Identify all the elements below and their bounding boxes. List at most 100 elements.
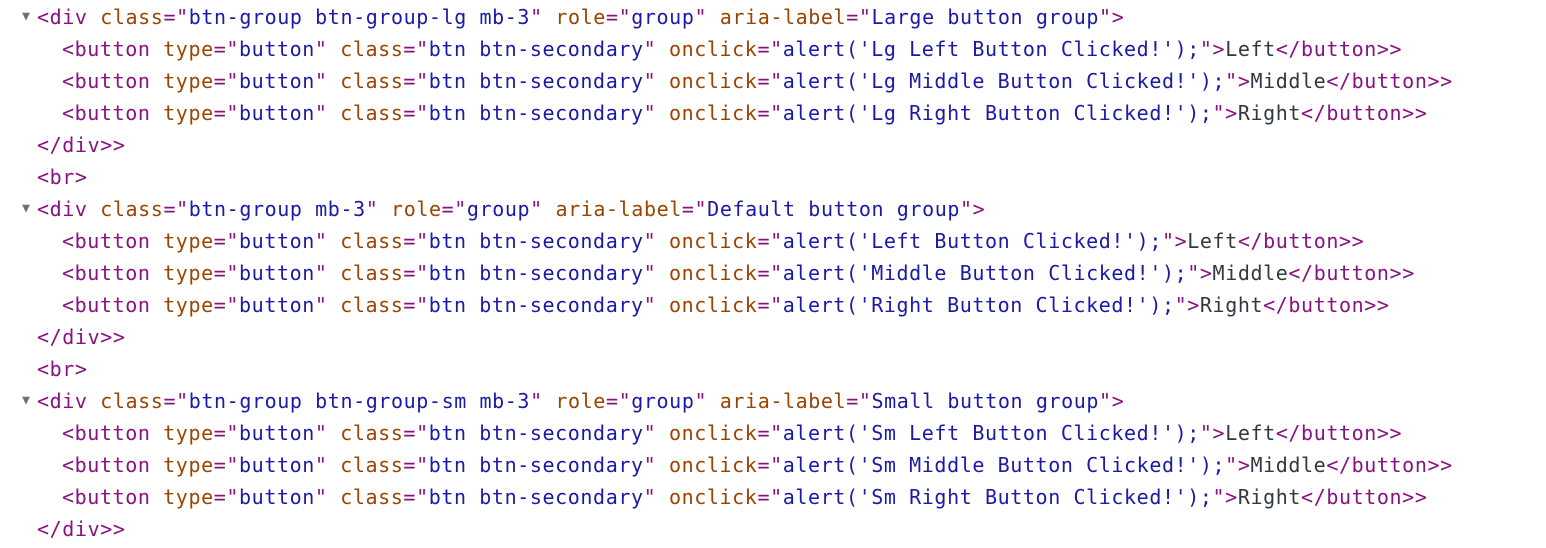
tag-close: </div> [37,517,113,541]
attr-value-onclick: alert('Sm Middle Button Clicked!'); [782,453,1226,477]
tag-end: "> [1161,229,1188,253]
tag-end: "> [1212,485,1238,509]
tag-end: "> [1199,421,1226,445]
dom-node-button[interactable]: <button type="button" class="btn btn-sec… [0,289,1546,321]
attr-value-class: btn btn-secondary [428,485,644,509]
attr-quote: " [314,453,328,477]
attr-equals-quote: =" [757,69,783,93]
dom-node-button[interactable]: <button type="button" class="btn btn-sec… [0,417,1546,449]
tag-close: </button> [1237,229,1352,253]
dom-node-div-close[interactable]: </div>> [0,321,1546,353]
attr-name-type: type [163,69,214,93]
attr-quote: " [643,421,657,445]
attr-quote: " [314,261,328,285]
expand-triangle-icon[interactable]: ▼ [16,385,36,417]
tag-open: <div [37,197,88,221]
attr-name-onclick: onclick [668,485,758,509]
attr-quote: " [314,485,328,509]
expand-triangle-icon[interactable]: ▼ [16,193,36,225]
attr-equals-quote: =" [163,389,189,413]
tag-open: <button [62,453,151,477]
attr-equals-quote: =" [757,453,783,477]
attr-name-class: class [340,293,404,317]
attr-value-class: btn btn-secondary [428,69,644,93]
tag-end: "> [1187,261,1213,285]
dom-node-div-close[interactable]: </div>> [0,129,1546,161]
attr-quote: " [314,69,328,93]
attr-value-class: btn btn-secondary [428,229,644,253]
dom-node-div-small-group[interactable]: ▼ <div class="btn-group btn-group-sm mb-3… [0,385,1546,417]
dom-node-br[interactable]: <br> [0,353,1546,385]
tag-bracket: > [1351,229,1365,253]
attr-value-type: button [239,293,315,317]
tag-end: "> [1199,37,1226,61]
attr-name-role: role [555,389,606,413]
tag-open: <div [37,389,88,413]
dom-node-button[interactable]: <button type="button" class="btn btn-sec… [0,449,1546,481]
attr-quote: " [314,421,328,445]
tag-close: </button> [1301,101,1415,125]
text-node: Middle [1250,69,1327,93]
tag-bracket: > [112,325,126,349]
tag-open: <button [62,421,151,445]
attr-value-class: btn btn-secondary [428,453,644,477]
attr-value-aria-label: Default button group [707,197,960,221]
attr-equals-quote: =" [163,197,189,221]
attr-equals-quote: =" [846,5,872,29]
attr-value-onclick: alert('Sm Right Button Clicked!'); [782,485,1213,509]
attr-equals-quote: =" [213,37,240,61]
dom-node-br[interactable]: <br> [0,161,1546,193]
text-node: Left [1225,37,1276,61]
dom-node-div-close[interactable]: </div>> [0,513,1546,545]
attr-value-aria-label: Small button group [871,389,1100,413]
attr-equals-quote: =" [403,37,429,61]
attr-value-onclick: alert('Sm Left Button Clicked!'); [782,421,1200,445]
dom-node-button[interactable]: <button type="button" class="btn btn-sec… [0,65,1546,97]
attr-quote: " [314,229,328,253]
attr-equals-quote: =" [403,261,429,285]
dom-node-button[interactable]: <button type="button" class="btn btn-sec… [0,97,1546,129]
attr-name-class: class [340,485,404,509]
attr-name-type: type [163,453,214,477]
tag-close: </div> [37,325,113,349]
attr-name-type: type [163,37,214,61]
br-tag: <br> [37,357,88,381]
dom-node-div-default-group[interactable]: ▼ <div class="btn-group mb-3" role="group… [0,193,1546,225]
dom-node-button[interactable]: <button type="button" class="btn btn-sec… [0,33,1546,65]
attr-name-onclick: onclick [668,229,758,253]
dom-node-button[interactable]: <button type="button" class="btn btn-sec… [0,257,1546,289]
attr-quote: " [643,453,657,477]
attr-equals-quote: =" [403,421,429,445]
attr-value-type: button [239,101,315,125]
attr-name-type: type [163,229,214,253]
attr-quote: " [530,197,543,221]
attr-value-class: btn btn-secondary [428,37,644,61]
dom-node-div-large-group[interactable]: ▼ <div class="btn-group btn-group-lg mb-3… [0,1,1546,33]
dom-node-button[interactable]: <button type="button" class="btn btn-sec… [0,481,1546,513]
attr-quote: " [643,229,657,253]
tag-close: </button> [1263,293,1377,317]
attr-value-type: button [239,421,315,445]
attr-equals-quote: =" [441,197,467,221]
tag-open: <button [62,37,151,61]
tag-end: "> [960,197,986,221]
attr-value-onclick: alert('Lg Left Button Clicked!'); [782,37,1200,61]
tag-bracket: > [1376,293,1390,317]
attr-name-type: type [163,261,214,285]
attr-name-aria-label: aria-label [719,5,847,29]
dom-node-button[interactable]: <button type="button" class="btn btn-sec… [0,225,1546,257]
attr-equals-quote: =" [213,453,240,477]
attr-value-type: button [239,261,315,285]
attr-name-class: class [100,5,164,29]
attr-name-class: class [340,421,404,445]
attr-name-class: class [340,453,404,477]
attr-equals-quote: =" [605,389,632,413]
tag-open: <button [62,261,151,285]
attr-quote: " [643,69,657,93]
attr-value-aria-label: Large button group [871,5,1100,29]
tag-bracket: > [112,517,126,541]
expand-triangle-icon[interactable]: ▼ [16,1,36,33]
attr-quote: " [694,389,708,413]
tag-end: "> [1099,5,1125,29]
attr-equals-quote: =" [213,101,240,125]
